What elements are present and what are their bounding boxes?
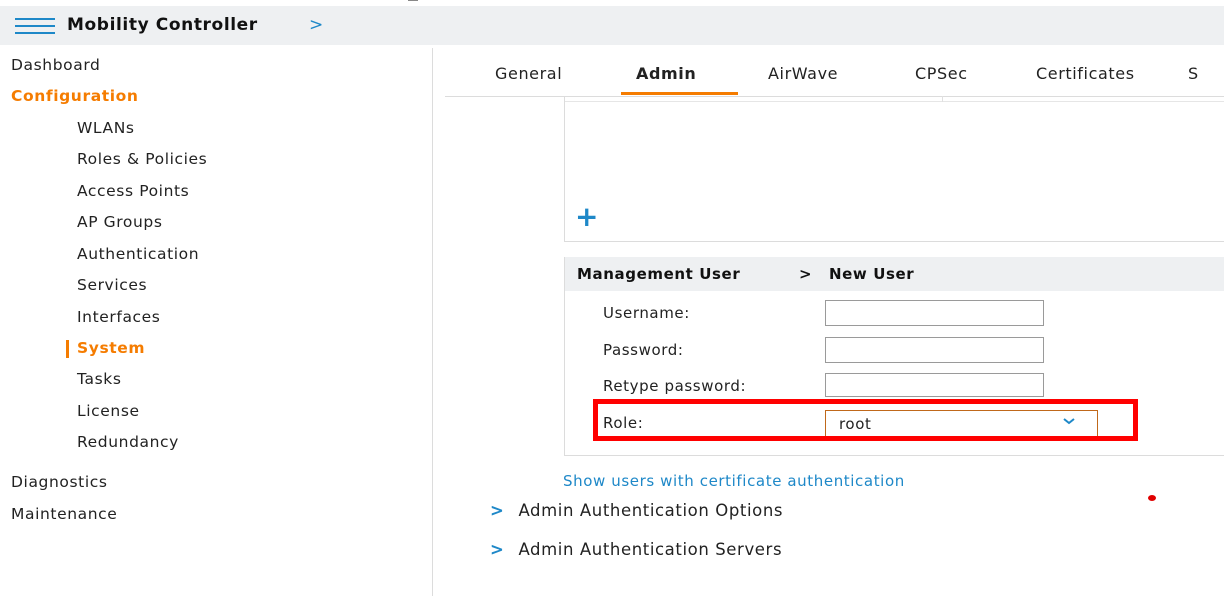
sidebar-item-wlans[interactable]: WLANs	[77, 119, 135, 137]
tab-bar: General Admin AirWave CPSec Certificates…	[445, 48, 1224, 97]
top-edge-mark	[408, 0, 418, 1]
sidebar-item-ap-groups[interactable]: AP Groups	[77, 213, 163, 231]
sidebar-item-tasks[interactable]: Tasks	[77, 370, 122, 388]
section-label: Admin Authentication Options	[518, 501, 784, 520]
sidebar-item-access-points[interactable]: Access Points	[77, 182, 189, 200]
active-item-indicator	[66, 340, 69, 358]
breadcrumb-separator: >	[799, 265, 813, 283]
admin-auth-options-section[interactable]: > Admin Authentication Options	[490, 501, 783, 520]
tab-cpsec[interactable]: CPSec	[915, 64, 968, 83]
tab-certificates[interactable]: Certificates	[1036, 64, 1135, 83]
sidebar-item-services[interactable]: Services	[77, 276, 147, 294]
breadcrumb-new-user: New User	[829, 265, 915, 283]
annotation-dot	[1148, 495, 1156, 501]
retype-password-field[interactable]	[825, 373, 1044, 397]
management-users-list: +	[564, 96, 1224, 242]
password-field[interactable]	[825, 337, 1044, 363]
show-cert-users-link[interactable]: Show users with certificate authenticati…	[563, 472, 905, 490]
chevron-right-icon: >	[490, 501, 505, 520]
password-label: Password:	[603, 341, 684, 359]
sidebar-item-authentication[interactable]: Authentication	[77, 245, 199, 263]
sidebar-nav: Dashboard Configuration WLANs Roles & Po…	[0, 48, 432, 596]
app-title[interactable]: Mobility Controller	[67, 15, 258, 35]
admin-auth-servers-section[interactable]: > Admin Authentication Servers	[490, 540, 782, 559]
column-divider	[942, 96, 943, 102]
tab-admin[interactable]: Admin	[636, 64, 696, 83]
new-user-breadcrumb: Management User > New User	[565, 257, 1224, 291]
sidebar-item-roles-policies[interactable]: Roles & Policies	[77, 150, 207, 168]
retype-password-label: Retype password:	[603, 377, 747, 395]
chevron-right-icon: >	[490, 540, 505, 559]
username-label: Username:	[603, 304, 690, 322]
active-tab-underline	[621, 92, 738, 95]
top-bar: Mobility Controller >	[0, 6, 1224, 45]
sidebar-item-diagnostics[interactable]: Diagnostics	[11, 473, 108, 491]
sidebar-divider	[432, 48, 433, 596]
tab-overflow[interactable]: S	[1188, 64, 1199, 83]
username-field[interactable]	[825, 300, 1044, 326]
sidebar-item-license[interactable]: License	[77, 402, 140, 420]
chevron-right-icon[interactable]: >	[309, 15, 324, 35]
sidebar-item-dashboard[interactable]: Dashboard	[11, 56, 101, 74]
plus-icon[interactable]: +	[575, 203, 599, 231]
tab-airwave[interactable]: AirWave	[768, 64, 838, 83]
hamburger-menu-icon[interactable]	[15, 18, 55, 34]
sidebar-item-interfaces[interactable]: Interfaces	[77, 308, 160, 326]
sidebar-item-system[interactable]: System	[77, 339, 145, 357]
sidebar-item-configuration[interactable]: Configuration	[11, 87, 139, 105]
tab-general[interactable]: General	[495, 64, 562, 83]
breadcrumb-management-user[interactable]: Management User	[577, 265, 740, 283]
sidebar-item-redundancy[interactable]: Redundancy	[77, 433, 179, 451]
list-header-line	[565, 101, 1224, 102]
sidebar-item-maintenance[interactable]: Maintenance	[11, 505, 117, 523]
section-label: Admin Authentication Servers	[518, 540, 783, 559]
role-highlight-box	[593, 399, 1138, 441]
